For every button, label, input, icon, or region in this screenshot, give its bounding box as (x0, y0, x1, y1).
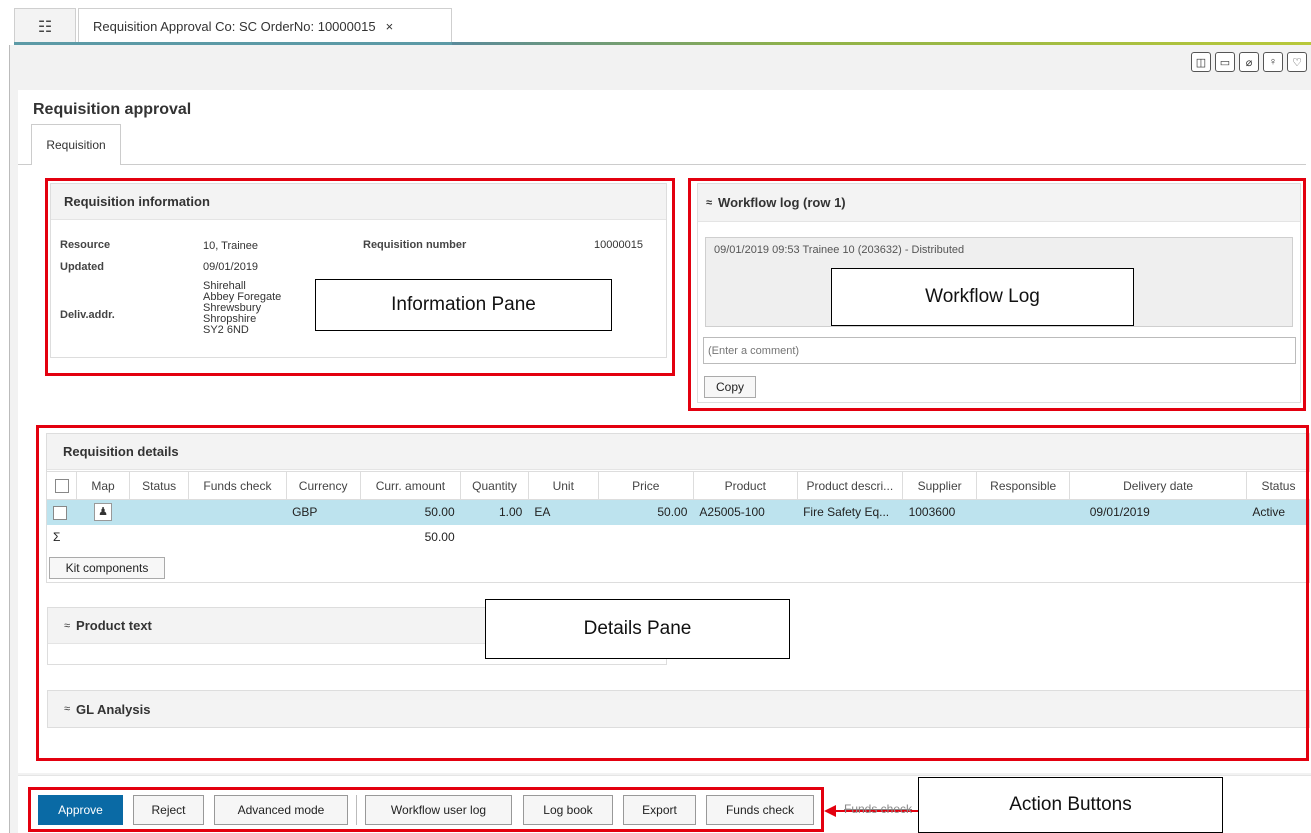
info-pane-highlight (45, 178, 675, 376)
split-view-icon[interactable]: ◫ (1191, 52, 1211, 72)
action-buttons-highlight (28, 787, 824, 832)
close-icon[interactable]: × (386, 19, 394, 34)
details-pane-highlight (36, 425, 1309, 761)
info-pane-callout: Information Pane (315, 279, 612, 331)
list-menu-icon[interactable]: ☷ (14, 8, 76, 44)
toolbar-icons: ◫ ▭ ⌀ ♀ ♡ (1191, 52, 1307, 72)
favorite-heart-icon[interactable]: ♡ (1287, 52, 1307, 72)
action-buttons-callout: Action Buttons (918, 777, 1223, 833)
details-pane-callout: Details Pane (485, 599, 790, 659)
comment-icon[interactable]: ▭ (1215, 52, 1235, 72)
tab-divider (121, 164, 1306, 165)
tab-requisition[interactable]: Requisition (31, 124, 121, 165)
workflow-log-callout: Workflow Log (831, 268, 1134, 326)
funds-check-struck-label: Funds check (844, 802, 913, 816)
page-title: Requisition approval (33, 101, 192, 118)
document-tab-title: Requisition Approval Co: SC OrderNo: 100… (93, 19, 376, 34)
attachment-icon[interactable]: ⌀ (1239, 52, 1259, 72)
lightbulb-icon[interactable]: ♀ (1263, 52, 1283, 72)
document-tab[interactable]: Requisition Approval Co: SC OrderNo: 100… (78, 8, 452, 44)
tab-divider-left (18, 164, 31, 165)
